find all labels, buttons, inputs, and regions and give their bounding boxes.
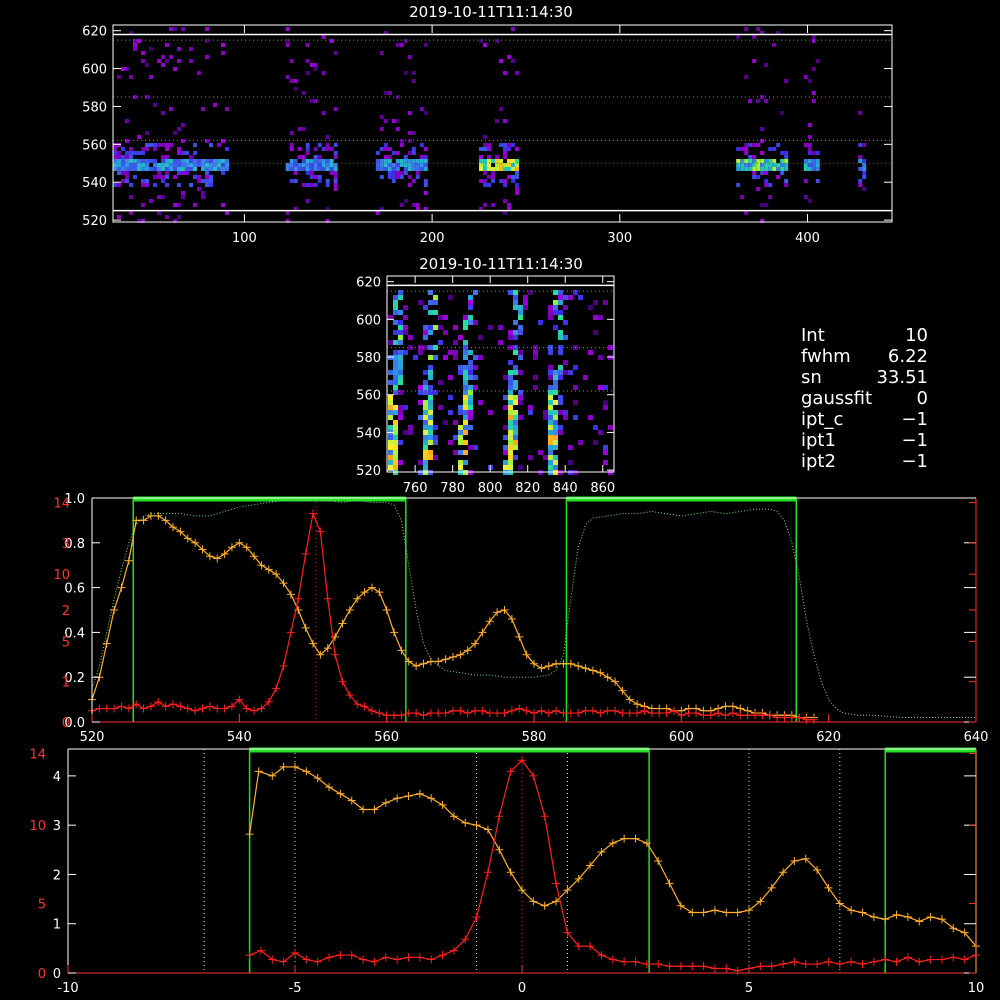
spectrum-red-y-tick-label: 10 [53,568,70,583]
info-value-Int: 10 [905,325,928,346]
top-y-tick-label: 560 [82,138,107,153]
info-label-fwhm: fwhm [801,346,851,367]
zoom-y-tick-label: 600 [356,313,381,328]
zoom-x-tick-label: 860 [590,481,615,496]
velocity-x-tick-label: -10 [57,981,78,996]
velocity-line-plot: -10 -5 0 5 10 0 1 2 3 4 0 5 10 14 [29,747,984,996]
top-x-tick-label: 200 [420,231,445,246]
spectrum-red-y-tick-label: 3 [62,537,70,552]
spectrum-x-tick-label: 560 [374,730,399,745]
spectrum-red-y-tick-label: 0 [62,716,70,731]
top-spectral-image-panel: 2019-10-11T11:14:30 100 200 300 400 520 540 56… [82,3,893,246]
zoom-x-tick-label: 800 [478,481,503,496]
info-value-fwhm: 6.22 [888,346,928,367]
top-y-tick-label: 620 [82,25,107,40]
spectrum-line-plot: 520 540 560 580 600 620 6400.00.20.40.60.81.00… [53,492,988,745]
spectrum-x-tick-label: 640 [964,730,989,745]
zoom-image-title: 2019-10-11T11:14:30 [419,255,583,273]
figure-canvas: 2019-10-11T11:14:30 100 200 300 40052054056… [0,0,1000,1000]
velocity-x-tick-label: 0 [518,981,526,996]
info-label-sn: sn [801,367,822,388]
spectrum-x-tick-label: 580 [522,730,547,745]
spectrum-x-tick-label: 620 [816,730,841,745]
spectrum-x-tick-label: 520 [80,730,105,745]
top-plot-background [113,25,892,222]
top-y-tick-label: 540 [82,176,107,191]
zoom-spectral-image-panel: 2019-10-11T11:14:30 760 780 800 820 840 860 52… [356,255,615,496]
top-y-tick-label: 600 [82,63,107,78]
info-value-ipt_c: −1 [901,409,928,430]
velocity-red-y-tick-label: 14 [29,747,46,762]
top-image-title: 2019-10-11T11:14:30 [409,3,573,21]
velocity-y-tick-label: 0 [53,967,61,982]
velocity-y-tick-label: 3 [53,819,61,834]
top-y-tick-label: 580 [82,100,107,115]
spectrum-y-tick-label: 0.6 [64,582,85,597]
zoom-y-tick-label: 560 [356,389,381,404]
info-label-ipt_c: ipt_c [801,409,843,430]
velocity-x-tick-label: 10 [968,981,985,996]
info-label-Int: Int [801,325,825,346]
info-value-sn: 33.51 [876,367,928,388]
velocity-y-tick-label: 2 [53,868,61,883]
zoom-y-tick-label: 520 [356,464,381,479]
top-x-tick-label: 100 [232,231,257,246]
info-value-gaussfit: 0 [917,388,928,409]
top-x-tick-label: 300 [607,231,632,246]
info-value-ipt2: −1 [901,451,928,472]
spectrum-x-tick-label: 600 [669,730,694,745]
spectrum-red-y-tick-label: 2 [62,604,70,619]
zoom-x-tick-label: 760 [403,481,428,496]
velocity-y-tick-label: 1 [53,918,61,933]
spectrum-red-y-tick-label: 14 [53,496,70,511]
zoom-x-tick-label: 780 [440,481,465,496]
info-label-gaussfit: gaussfit [801,388,872,409]
zoom-y-tick-label: 540 [356,426,381,441]
velocity-x-tick-label: -5 [289,981,302,996]
info-value-ipt1: −1 [901,430,928,451]
top-x-tick-label: 400 [795,231,820,246]
velocity-y-tick-label: 4 [53,770,61,785]
spectrum-red-y-tick-label: 1 [62,676,70,691]
velocity-x-tick-label: 5 [745,981,753,996]
velocity-red-y-tick-label: 10 [29,819,46,834]
velocity-red-y-tick-label: 0 [38,967,46,982]
zoom-y-tick-label: 580 [356,351,381,366]
zoom-x-tick-label: 820 [515,481,540,496]
velocity-red-y-tick-label: 5 [38,898,46,913]
spectrum-x-tick-label: 540 [227,730,252,745]
info-label-ipt2: ipt2 [801,451,836,472]
zoom-x-tick-label: 840 [553,481,578,496]
zoom-y-tick-label: 620 [356,276,381,291]
spectrum-red-y-tick-label: 5 [62,635,70,650]
spectrum-plot-background [92,498,976,722]
top-y-tick-label: 520 [82,214,107,229]
info-label-ipt1: ipt1 [801,430,836,451]
